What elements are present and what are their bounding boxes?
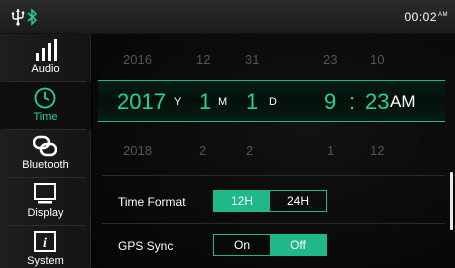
time-format-24h-option[interactable]: 24H [270, 191, 326, 211]
prev-month[interactable]: 12 [196, 52, 210, 67]
prev-hour[interactable]: 23 [323, 52, 337, 67]
next-day[interactable]: 2 [246, 143, 253, 158]
next-year[interactable]: 2018 [123, 143, 152, 158]
usb-icon [11, 9, 25, 26]
gps-sync-off-option[interactable]: Off [270, 235, 326, 255]
sidebar-item-display[interactable]: Display [0, 178, 91, 225]
prev-minute[interactable]: 10 [370, 52, 384, 67]
sidebar-item-label: Display [27, 207, 64, 219]
selected-day[interactable]: 1 [246, 89, 258, 115]
date-time-next-row[interactable]: 2018 2 2 1 12 [92, 131, 455, 171]
scrollbar[interactable] [450, 172, 453, 230]
next-hour[interactable]: 1 [327, 143, 334, 158]
status-bar: 00:02AM [0, 0, 455, 34]
info-icon: i [34, 231, 56, 252]
sidebar-item-label: Time [33, 111, 58, 123]
prev-year[interactable]: 2016 [123, 52, 152, 67]
gps-sync-setting: GPS Sync On Off [92, 226, 455, 266]
sidebar-item-label: Bluetooth [22, 159, 69, 171]
date-time-prev-row[interactable]: 2016 12 31 23 10 [92, 40, 455, 80]
gps-sync-on-option[interactable]: On [214, 235, 270, 255]
day-unit: D [269, 96, 277, 108]
selected-minute[interactable]: 23 [365, 89, 389, 115]
svg-text:i: i [43, 236, 47, 251]
status-clock-ampm: AM [438, 12, 448, 18]
display-icon [34, 183, 56, 204]
time-separator: : [349, 89, 356, 114]
section-divider [102, 175, 445, 176]
next-minute[interactable]: 12 [370, 143, 384, 158]
prev-day[interactable]: 31 [245, 52, 259, 67]
status-clock: 00:02AM [404, 10, 448, 24]
selected-year[interactable]: 2017 [117, 89, 166, 115]
bluetooth-link-icon [33, 135, 57, 157]
settings-sidebar: Audio Time Bluetooth Display i System [0, 34, 91, 268]
time-format-label: Time Format [118, 195, 186, 209]
next-month[interactable]: 2 [199, 143, 206, 158]
time-settings-panel: 2016 12 31 23 10 2017 Y 1 M 1 D 9 : 23 A… [92, 34, 455, 268]
date-time-selected-row[interactable]: 2017 Y 1 M 1 D 9 : 23 AM [98, 80, 445, 122]
status-clock-time: 00:02 [404, 10, 437, 24]
sidebar-item-label: System [27, 255, 64, 267]
audio-levels-icon [36, 39, 57, 61]
time-format-12h-option[interactable]: 12H [214, 191, 270, 211]
time-settings-screen: 00:02AM Audio Time Bluetooth Display i S… [0, 0, 455, 268]
sidebar-item-system[interactable]: i System [0, 226, 91, 268]
section-divider [102, 223, 445, 224]
sidebar-item-bluetooth[interactable]: Bluetooth [0, 130, 91, 177]
selected-hour[interactable]: 9 [324, 89, 336, 115]
year-unit: Y [174, 96, 182, 108]
gps-sync-label: GPS Sync [118, 239, 174, 253]
sidebar-item-time[interactable]: Time [0, 82, 91, 129]
sidebar-item-audio[interactable]: Audio [0, 34, 91, 81]
time-format-setting: Time Format 12H 24H [92, 182, 455, 222]
selected-ampm[interactable]: AM [390, 92, 416, 112]
sidebar-item-label: Audio [31, 63, 60, 75]
selected-month[interactable]: 1 [199, 89, 211, 115]
gps-sync-toggle[interactable]: On Off [213, 234, 327, 256]
clock-icon [34, 87, 56, 109]
time-format-toggle[interactable]: 12H 24H [213, 190, 327, 212]
bluetooth-icon [27, 8, 38, 26]
month-unit: M [218, 96, 228, 108]
